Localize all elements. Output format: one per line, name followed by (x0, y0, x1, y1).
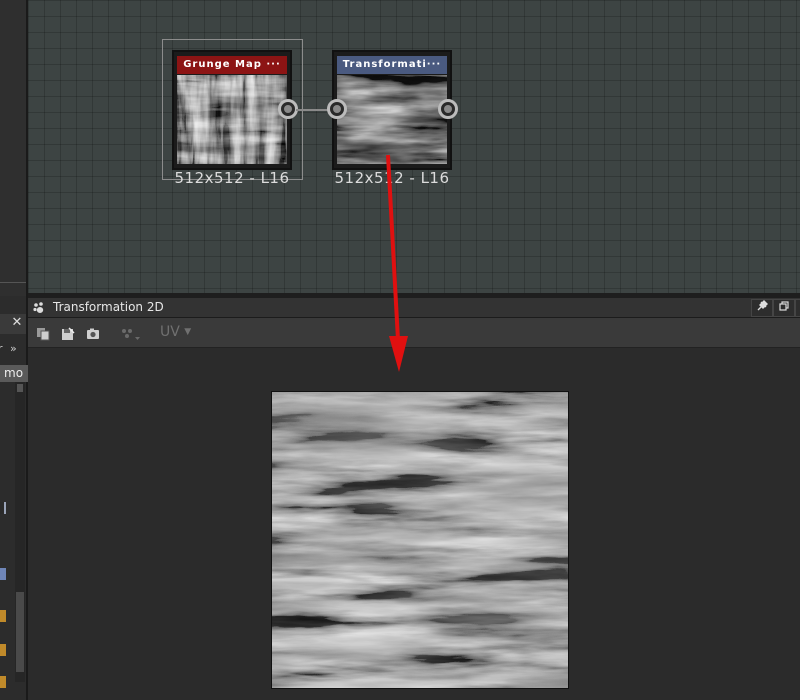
grunge-thumbnail-image (177, 75, 287, 164)
channels-dropdown[interactable] (120, 326, 142, 340)
grunge-map-resolution: 512x512 - L16 (174, 169, 290, 187)
transformation-thumbnail-image (337, 75, 447, 164)
copy-icon (37, 328, 50, 341)
paw-icon (32, 301, 46, 315)
left-divider (0, 282, 26, 283)
transformation-node-title: Transformati··· (337, 56, 447, 74)
copy-button[interactable] (36, 326, 50, 341)
left-scrollbar-thumb[interactable] (16, 592, 24, 672)
chevron-down-icon: ▼ (184, 327, 192, 337)
grunge-map-node[interactable]: Grunge Map ··· (172, 50, 292, 170)
transformation-node[interactable]: Transformati··· (332, 50, 452, 170)
save-icon (62, 327, 75, 340)
left-panel-expand-button[interactable]: » (10, 342, 17, 355)
save-button[interactable] (61, 326, 75, 340)
transformation-input-port[interactable] (327, 99, 347, 119)
screenshot-button[interactable] (86, 326, 100, 340)
restore-button[interactable] (773, 299, 795, 317)
left-list-marker (0, 610, 6, 622)
left-scrollbar-nub (17, 384, 23, 392)
left-list-marker (0, 502, 6, 514)
grunge-output-port[interactable] (278, 99, 298, 119)
pin-icon (757, 300, 768, 311)
transformation-thumbnail (337, 75, 447, 164)
grunge-map-thumbnail (177, 75, 287, 164)
transformation-output-port[interactable] (438, 99, 458, 119)
uv-dropdown[interactable]: UV ▼ (160, 324, 191, 340)
preview-image[interactable] (271, 391, 569, 689)
port-dot (333, 105, 341, 113)
preview-panel-title: Transformation 2D (53, 300, 164, 314)
left-list-marker (0, 676, 6, 688)
left-list-marker (0, 644, 6, 656)
preview-toolbar: UV ▼ (28, 318, 800, 348)
restore-window-icon (779, 301, 789, 311)
preview-panel-header: Transformation 2D ✕ (28, 298, 800, 318)
camera-icon (87, 328, 99, 339)
transformation-resolution: 512x512 - L16 (334, 169, 450, 187)
port-dot (284, 105, 292, 113)
transformation-preview-texture (272, 392, 568, 688)
left-top-area (0, 0, 26, 296)
left-panel-close-button[interactable]: ✕ (9, 314, 25, 332)
port-dot (444, 105, 452, 113)
channels-icon (122, 329, 140, 340)
pin-button[interactable] (751, 299, 773, 317)
left-list-marker (0, 568, 6, 580)
left-panel-arrow[interactable]: r (0, 342, 3, 355)
left-scrollbar[interactable] (15, 382, 25, 682)
panel-close-button[interactable]: ✕ (795, 299, 800, 317)
uv-label: UV (160, 324, 180, 340)
app-window: ✕ r » mo Grunge Map ··· 512x512 - L16 Tr… (0, 0, 800, 700)
left-panel-tab[interactable]: mo (0, 365, 28, 382)
grunge-map-node-title: Grunge Map ··· (177, 56, 287, 74)
